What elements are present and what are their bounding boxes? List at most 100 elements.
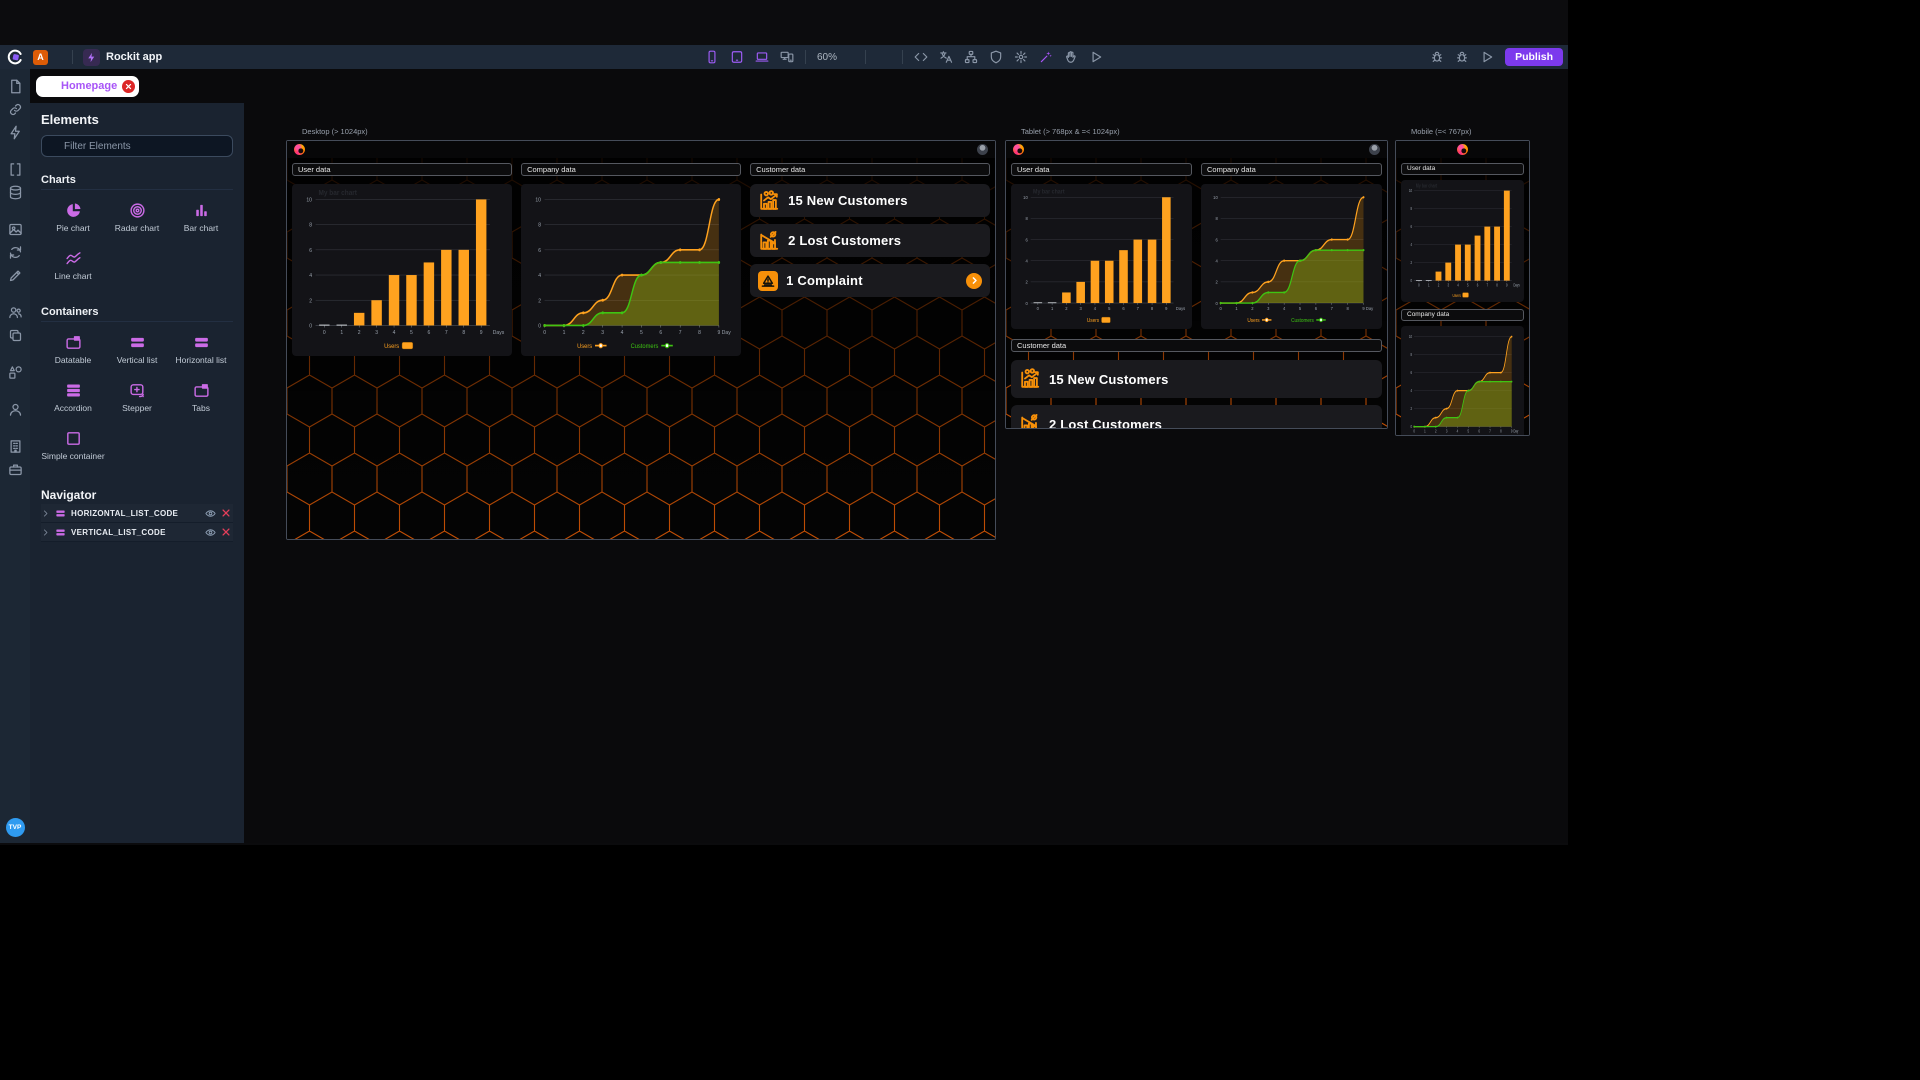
wand-icon[interactable] (1039, 50, 1053, 64)
play-icon[interactable] (1480, 50, 1494, 64)
svg-text:9: 9 (1165, 306, 1168, 311)
element-bar-chart[interactable]: Bar chart (169, 196, 233, 238)
chevron-right-icon[interactable] (41, 528, 50, 537)
file-icon[interactable] (8, 79, 23, 94)
briefcase-icon[interactable] (8, 462, 23, 477)
hand-icon[interactable] (1064, 50, 1078, 64)
user-bar-chart-card[interactable]: 0 2 4 6 8 10 Days My bar chart 0 1 2 3 4 5 6 7 8 9 Users (1011, 184, 1192, 329)
top-toolbar: A Rockit app 60% Publish (0, 45, 1568, 69)
site-avatar[interactable] (977, 144, 988, 155)
site-logo[interactable] (1013, 144, 1024, 155)
kpi-card-15-new-customers[interactable]: 15 New Customers (750, 184, 990, 217)
translate-icon[interactable] (939, 50, 953, 64)
sync-icon[interactable] (8, 245, 23, 260)
site-logo[interactable] (294, 144, 305, 155)
kpi-card-2-lost-customers[interactable]: 2 Lost Customers (1011, 405, 1382, 428)
person-icon[interactable] (8, 402, 23, 417)
shapes-icon[interactable] (8, 365, 23, 380)
section-header-containers[interactable]: Containers (41, 302, 233, 322)
company-data-header[interactable]: Company data (1401, 309, 1524, 321)
customer-data-header[interactable]: Customer data (750, 163, 990, 176)
visibility-eye-icon[interactable] (205, 508, 216, 519)
link-icon[interactable] (8, 102, 23, 117)
mobile-frame[interactable]: User data 0 2 4 6 8 10 Days My bar chart 0 1 2 3 4 5 6… (1395, 140, 1530, 436)
navigator-item-vertical_list_code[interactable]: VERTICAL_LIST_CODE (41, 523, 233, 542)
site-logo[interactable] (1457, 144, 1468, 155)
kpi-lost-icon (758, 230, 780, 252)
user-data-header[interactable]: User data (1011, 163, 1192, 176)
sort-icon[interactable] (222, 490, 233, 501)
canvas[interactable]: Desktop (> 1024px) User data 0 2 4 6 8 1… (244, 103, 1568, 843)
navigator-item-horizontal_list_code[interactable]: HORIZONTAL_LIST_CODE (41, 504, 233, 523)
devices-icon[interactable] (780, 50, 794, 64)
bug-icon[interactable] (1430, 50, 1444, 64)
kpi-card-15-new-customers[interactable]: 15 New Customers (1011, 360, 1382, 398)
publish-button[interactable]: Publish (1505, 48, 1563, 66)
tab-homepage[interactable]: Homepage (36, 75, 140, 97)
company-line-chart-card[interactable]: 0246810Day0123456789UsersCustomers (1201, 184, 1382, 329)
svg-text:1: 1 (1235, 306, 1238, 311)
element-horizontal-list[interactable]: Horizontal list (169, 328, 233, 370)
info-icon[interactable] (8, 795, 22, 809)
tab-close-button[interactable] (122, 79, 136, 93)
element-radar-chart[interactable]: Radar chart (105, 196, 169, 238)
user-data-header[interactable]: User data (1401, 163, 1524, 175)
kpi-card-2-lost-customers[interactable]: 2 Lost Customers (750, 224, 990, 257)
workspace-badge: A (33, 49, 48, 65)
bolt-icon[interactable] (8, 125, 23, 140)
user-avatar[interactable]: TVP (5, 818, 25, 837)
workspace-switcher[interactable]: A (33, 49, 62, 65)
shield-icon[interactable] (989, 50, 1003, 64)
element-vertical-list[interactable]: Vertical list (105, 328, 169, 370)
company-data-header[interactable]: Company data (521, 163, 742, 176)
eye-icon[interactable] (877, 50, 891, 64)
section-header-charts[interactable]: Charts (41, 170, 233, 190)
delete-x-icon[interactable] (221, 508, 231, 518)
customer-data-header[interactable]: Customer data (1011, 339, 1382, 352)
play-icon[interactable] (1089, 50, 1103, 64)
element-stepper[interactable]: Stepper (105, 376, 169, 418)
zoom-control[interactable]: 60% (817, 50, 854, 64)
chevron-right-icon[interactable] (41, 509, 50, 518)
kpi-arrow-button[interactable] (966, 272, 982, 289)
user-bar-chart-card[interactable]: 0 2 4 6 8 10 Days My bar chart 0 1 2 3 4 5 6 7 8 9 Users (1401, 180, 1524, 302)
desktop-frame[interactable]: User data 0 2 4 6 8 10 Days My bar chart 0 1 2 3 4 5 6… (286, 140, 996, 540)
element-datatable[interactable]: Datatable (41, 328, 105, 370)
pen-icon[interactable] (8, 268, 23, 283)
element-line-chart[interactable]: Line chart (41, 244, 105, 286)
gear-icon[interactable] (1014, 50, 1028, 64)
svg-text:0: 0 (1220, 306, 1223, 311)
element-pie-chart[interactable]: Pie chart (41, 196, 105, 238)
company-line-chart-card[interactable]: 0246810Day0123456789UsersCustomers (1401, 326, 1524, 435)
user-data-header[interactable]: User data (292, 163, 513, 176)
filter-elements-search[interactable] (41, 135, 233, 157)
tablet-frame[interactable]: User data 0 2 4 6 8 10 Days My bar chart 0 1 2 3 4 5 6… (1005, 140, 1388, 429)
delete-x-icon[interactable] (221, 527, 231, 537)
builder-logo-icon[interactable] (6, 49, 23, 66)
user-bar-chart-card[interactable]: 0 2 4 6 8 10 Days My bar chart 0 1 2 3 4 5 6 7 8 9 Users (292, 184, 513, 356)
image-icon[interactable] (8, 222, 23, 237)
brackets-icon[interactable] (8, 162, 23, 177)
element-accordion[interactable]: Accordion (41, 376, 105, 418)
bug-icon[interactable] (1455, 50, 1469, 64)
element-simple-container[interactable]: Simple container (41, 424, 105, 466)
laptop-icon[interactable] (755, 50, 769, 64)
app-menu[interactable]: Rockit app (83, 48, 178, 66)
kpi-card-1-complaint[interactable]: 1 Complaint (750, 264, 990, 297)
tablet-icon[interactable] (730, 50, 744, 64)
kpi-label: 15 New Customers (1049, 371, 1169, 387)
visibility-eye-icon[interactable] (205, 527, 216, 538)
users-icon[interactable] (8, 305, 23, 320)
code-icon[interactable] (914, 50, 928, 64)
company-line-chart-card[interactable]: 0246810Day0123456789UsersCustomers (521, 184, 742, 356)
database-icon[interactable] (8, 185, 23, 200)
company-data-header[interactable]: Company data (1201, 163, 1382, 176)
element-tabs[interactable]: Tabs (169, 376, 233, 418)
sitemap-icon[interactable] (964, 50, 978, 64)
building-icon[interactable] (8, 439, 23, 454)
svg-text:4: 4 (1283, 306, 1286, 311)
search-input[interactable] (64, 140, 225, 152)
site-avatar[interactable] (1369, 144, 1380, 155)
copy-icon[interactable] (8, 328, 23, 343)
phone-icon[interactable] (705, 50, 719, 64)
